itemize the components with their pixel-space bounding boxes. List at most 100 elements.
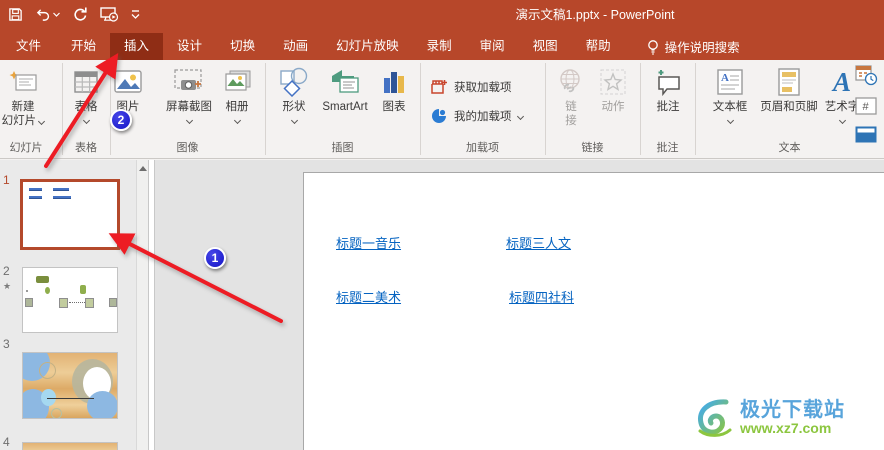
photo-album-icon [225, 70, 251, 91]
slide-3-thumbnail[interactable] [22, 352, 118, 419]
table-icon [74, 71, 98, 93]
slide-hyperlink-4[interactable]: 标题四社科 [509, 287, 574, 306]
slide-4-number: 4 [3, 435, 10, 449]
link-button[interactable]: 链 接 [552, 64, 590, 128]
photo-album-button[interactable]: 相册 [217, 64, 257, 126]
my-addins-icon [432, 109, 446, 123]
table-button[interactable]: 表格 [64, 64, 108, 126]
tab-file[interactable]: 文件 [0, 33, 57, 60]
table-label: 表格 [74, 101, 98, 113]
tab-help[interactable]: 帮助 [572, 33, 625, 60]
tab-record[interactable]: 录制 [413, 33, 466, 60]
tab-design[interactable]: 设计 [163, 33, 216, 60]
tab-transitions[interactable]: 切换 [216, 33, 269, 60]
group-label-slides: 幻灯片 [9, 142, 43, 154]
my-addins-button[interactable]: 我的加载项 [430, 107, 524, 125]
get-addins-button[interactable]: 获取加载项 [430, 78, 512, 96]
site-watermark: 极光下载站 www.xz7.com [692, 397, 845, 439]
screenshot-label: 屏幕截图 [166, 101, 212, 113]
workspace: 1 2 ★ 3 4 标题一音乐 标题三人文 标题二美术 标题四社科 极光下载站 … [0, 160, 884, 450]
slide-1-number: 1 [3, 173, 10, 187]
tab-review[interactable]: 审阅 [466, 33, 519, 60]
window-title: 演示文稿1.pptx - PowerPoint [515, 8, 675, 22]
tab-home[interactable]: 开始 [57, 33, 110, 60]
slide-2-thumbnail[interactable] [22, 267, 118, 333]
comment-button[interactable]: 批注 [646, 64, 690, 114]
picture-button[interactable]: 图片 [108, 64, 148, 126]
undo-button[interactable] [35, 7, 60, 22]
shapes-button[interactable]: 形状 [272, 64, 316, 126]
group-label-tables: 表格 [75, 142, 97, 154]
customize-qat-button[interactable] [131, 8, 140, 20]
group-label-links: 链接 [581, 142, 604, 154]
watermark-logo-icon [697, 399, 732, 437]
photo-album-dropdown-icon [233, 116, 241, 125]
scroll-up-button[interactable] [137, 160, 148, 176]
shapes-label: 形状 [282, 101, 306, 113]
shapes-dropdown-icon [290, 116, 298, 125]
link-label-line1: 链 [565, 101, 577, 113]
new-slide-button[interactable]: 新建 幻灯片 [0, 64, 50, 128]
slide-1-thumbnail[interactable] [20, 179, 120, 250]
slideshow-icon [100, 7, 119, 22]
start-slideshow-button[interactable] [100, 6, 119, 22]
slide-3-number: 3 [3, 337, 10, 351]
slide-4-thumbnail[interactable] [22, 442, 118, 450]
thumb-shape [25, 298, 33, 307]
thumbnail-scrollbar[interactable] [136, 160, 148, 450]
header-footer-label: 页眉和页脚 [760, 101, 818, 113]
redo-button[interactable] [72, 6, 88, 22]
header-footer-button[interactable]: 页眉和页脚 [754, 64, 824, 114]
tab-animations[interactable]: 动画 [269, 33, 322, 60]
new-slide-dropdown-icon [38, 117, 46, 126]
ribbon-tab-bar: 文件 开始 插入 设计 切换 动画 幻灯片放映 录制 审阅 视图 帮助 操作说明… [0, 33, 884, 60]
slide-hyperlink-3[interactable]: 标题二美术 [336, 287, 401, 306]
action-star-icon [600, 69, 626, 95]
chart-icon [384, 72, 404, 93]
screenshot-dropdown-icon [185, 116, 193, 125]
watermark-site-name: 极光下载站 [740, 399, 845, 422]
my-addins-label: 我的加载项 [454, 111, 512, 123]
textbox-button[interactable]: A 文本框 [706, 64, 754, 126]
tab-insert[interactable]: 插入 [110, 33, 164, 60]
smartart-button[interactable]: SmartArt [316, 64, 374, 114]
group-label-images: 图像 [176, 142, 199, 154]
thumb-shape [80, 285, 86, 294]
undo-dropdown-icon [53, 12, 60, 17]
svg-text:A: A [721, 72, 729, 84]
slide-number-icon: # [855, 97, 877, 115]
slide-hyperlink-1[interactable]: 标题一音乐 [336, 233, 401, 252]
get-addins-label: 获取加载项 [454, 82, 512, 94]
action-button[interactable]: 动作 [594, 64, 632, 114]
date-time-button[interactable] [854, 64, 878, 91]
screenshot-button[interactable]: 屏幕截图 [152, 64, 226, 126]
tab-view[interactable]: 视图 [519, 33, 572, 60]
watermark-url: www.xz7.com [740, 420, 832, 437]
comment-label: 批注 [656, 101, 680, 113]
textbox-icon: A [717, 69, 743, 95]
scroll-up-icon [138, 165, 147, 171]
tab-slideshow[interactable]: 幻灯片放映 [322, 33, 413, 60]
header-footer-icon [778, 68, 800, 96]
ribbon: 新建 幻灯片 表格 图片 屏幕截图 相册 形状 SmartArt 图表 获取加载… [0, 60, 884, 159]
lightbulb-icon [647, 39, 658, 55]
save-button[interactable] [8, 7, 23, 22]
thumb-connector [69, 302, 85, 303]
redo-icon [74, 7, 87, 21]
chart-button[interactable]: 图表 [372, 64, 416, 114]
group-label-illustrations: 插图 [331, 142, 354, 154]
textbox-label: 文本框 [712, 101, 748, 113]
slide-hyperlink-2[interactable]: 标题三人文 [506, 233, 571, 252]
slide-thumbnail-panel: 1 2 ★ 3 4 [0, 160, 148, 450]
comment-icon [658, 70, 680, 96]
new-slide-icon [9, 71, 37, 91]
panel-splitter[interactable] [148, 160, 155, 450]
link-label-line2: 接 [565, 115, 577, 127]
picture-dropdown-icon [124, 116, 132, 125]
mini-link [29, 188, 42, 191]
store-icon [431, 80, 447, 94]
table-dropdown-icon [82, 116, 90, 125]
save-icon [9, 7, 22, 21]
slide-number-button[interactable]: # [854, 97, 878, 120]
tell-me-search[interactable]: 操作说明搜索 [635, 33, 752, 60]
